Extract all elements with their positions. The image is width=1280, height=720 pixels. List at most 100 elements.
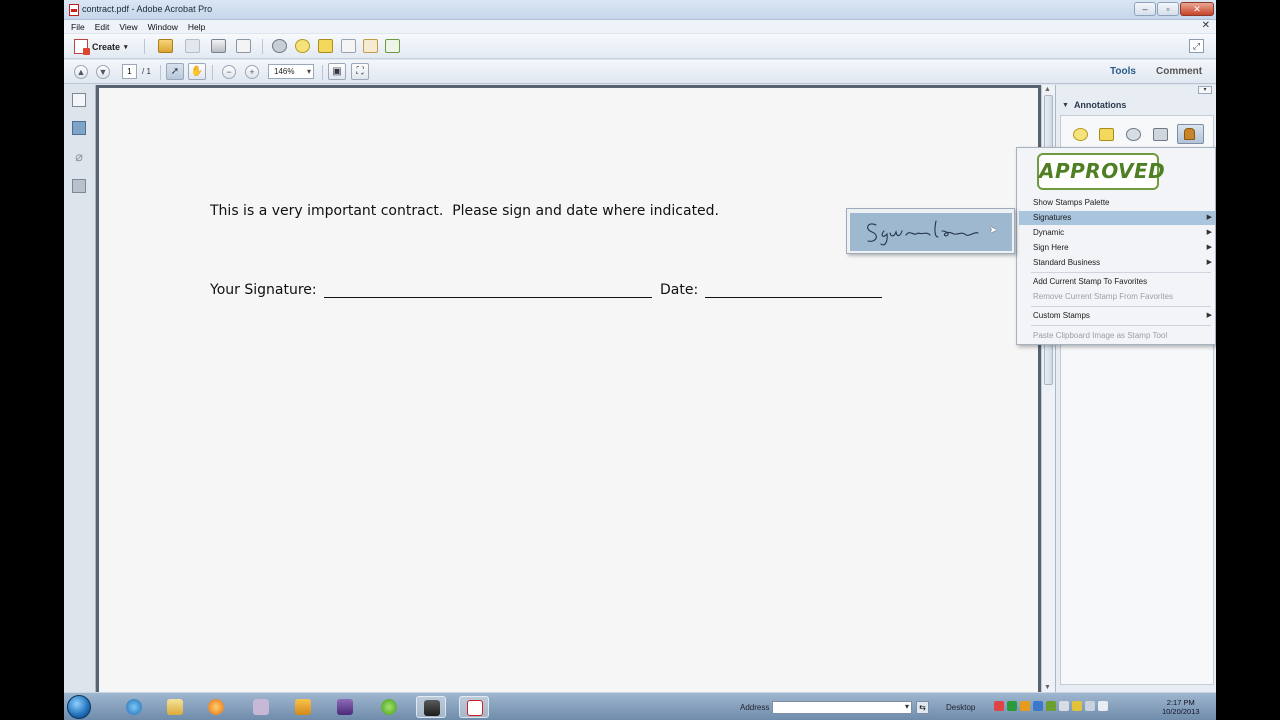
camtasia-icon: [424, 700, 440, 716]
taskbar-visual-studio[interactable]: [330, 696, 360, 718]
scroll-down-icon[interactable]: ▼: [1044, 684, 1051, 691]
taskbar-explorer[interactable]: [160, 696, 190, 718]
next-page-icon[interactable]: ▼: [96, 65, 110, 79]
save-icon[interactable]: [185, 39, 200, 53]
menu-item-standard-business[interactable]: Standard Business ▶: [1019, 256, 1215, 270]
system-clock[interactable]: 2:17 PM 10/20/2013: [1162, 698, 1200, 716]
internet-explorer-icon: [126, 699, 142, 715]
taskbar-snipping-tool[interactable]: [246, 696, 276, 718]
menu-item-sign-here[interactable]: Sign Here ▶: [1019, 241, 1215, 255]
network-icon[interactable]: [1007, 701, 1017, 711]
address-input[interactable]: [772, 701, 912, 714]
review-icon[interactable]: [385, 39, 400, 53]
menu-item-custom-stamps[interactable]: Custom Stamps ▶: [1019, 309, 1215, 323]
fit-page-icon[interactable]: ▣: [328, 63, 346, 80]
bluetooth-icon[interactable]: [1033, 701, 1043, 711]
minimize-button[interactable]: –: [1134, 2, 1156, 16]
tools-pane-link[interactable]: Tools: [1110, 66, 1136, 77]
go-icon[interactable]: ⇆: [916, 701, 929, 714]
toolbar-separator: [160, 65, 161, 80]
menu-help[interactable]: Help: [188, 22, 205, 32]
maximize-button[interactable]: ▫: [1157, 2, 1179, 16]
print-icon[interactable]: [211, 39, 226, 53]
zoom-in-icon[interactable]: +: [245, 65, 259, 79]
page-number-input[interactable]: 1: [122, 64, 137, 79]
menu-item-dynamic[interactable]: Dynamic ▶: [1019, 226, 1215, 240]
taskbar-internet-explorer[interactable]: [119, 696, 149, 718]
toolbar-separator: [212, 65, 213, 80]
close-button[interactable]: ✕: [1180, 2, 1214, 16]
pdf-page: This is a very important contract. Pleas…: [99, 88, 1038, 692]
menu-item-label: Dynamic: [1033, 228, 1065, 237]
menu-item-label: Show Stamps Palette: [1033, 198, 1110, 207]
comment-icon[interactable]: [295, 39, 310, 53]
menu-item-add-to-favorites[interactable]: Add Current Stamp To Favorites: [1019, 275, 1215, 289]
email-icon[interactable]: [236, 39, 251, 53]
bookmarks-icon[interactable]: [72, 121, 86, 135]
menu-file[interactable]: File: [71, 22, 85, 32]
menu-window[interactable]: Window: [148, 22, 178, 32]
scissors-icon: [253, 699, 269, 715]
taskbar-camtasia[interactable]: [416, 696, 446, 718]
select-tool-icon[interactable]: ➚: [166, 63, 184, 80]
attach-file-icon[interactable]: [1126, 128, 1141, 141]
scroll-up-icon[interactable]: ▲: [1044, 86, 1051, 93]
open-icon[interactable]: [158, 39, 173, 53]
signature-line[interactable]: [324, 297, 652, 298]
handwritten-signature-image: [867, 220, 979, 246]
document-close-icon[interactable]: ✕: [1202, 20, 1210, 31]
speaker-icon[interactable]: [1098, 701, 1108, 711]
menu-bar: File Edit View Window Help: [64, 20, 1216, 33]
annotations-header[interactable]: ▼ Annotations: [1062, 97, 1212, 113]
menu-item-signatures[interactable]: Signatures ▶: [1019, 211, 1215, 225]
file-icon[interactable]: [341, 39, 356, 53]
window-title: contract.pdf - Adobe Acrobat Pro: [82, 4, 213, 14]
flag-icon[interactable]: [1085, 701, 1095, 711]
sticky-note-icon[interactable]: [1073, 128, 1088, 141]
taskbar-outlook[interactable]: [288, 696, 318, 718]
taskbar-adobe-acrobat[interactable]: [459, 696, 489, 718]
expand-icon[interactable]: ⤢: [1189, 39, 1204, 53]
toolbar-separator: [322, 65, 323, 80]
create-button[interactable]: Create ▾: [74, 39, 128, 55]
power-icon[interactable]: [1072, 701, 1082, 711]
attachments-icon[interactable]: ⌀: [72, 150, 86, 164]
highlight-text-icon[interactable]: [1099, 128, 1114, 141]
approved-stamp-preview[interactable]: APPROVED: [1037, 153, 1165, 190]
menu-separator: [1031, 306, 1211, 307]
record-audio-icon[interactable]: [1153, 128, 1168, 141]
export-icon[interactable]: [363, 39, 378, 53]
previous-page-icon[interactable]: ▲: [74, 65, 88, 79]
stamp-tool-button[interactable]: [1177, 124, 1204, 144]
zoom-select[interactable]: 146%: [268, 64, 314, 79]
taskbar-media-player[interactable]: [201, 696, 231, 718]
start-button[interactable]: [67, 695, 91, 719]
signature-label: Your Signature:: [210, 282, 317, 298]
toolbar-separator: [144, 39, 145, 54]
volume-icon[interactable]: [1059, 701, 1069, 711]
main-toolbar: Create ▾ ⤢: [64, 34, 1216, 59]
stamp-menu: APPROVED Show Stamps Palette Signatures …: [1016, 147, 1216, 345]
signature-stamp-option[interactable]: [850, 213, 1012, 251]
menu-item-label: Sign Here: [1033, 243, 1069, 252]
hand-tool-icon[interactable]: ✋: [188, 63, 206, 80]
menu-item-show-stamps-palette[interactable]: Show Stamps Palette: [1019, 196, 1215, 210]
gmail-icon[interactable]: [994, 701, 1004, 711]
settings-icon[interactable]: [272, 39, 287, 53]
toolbar-separator: [262, 39, 263, 54]
panel-options-icon[interactable]: ▾: [1198, 86, 1212, 94]
menu-view[interactable]: View: [119, 22, 137, 32]
menu-edit[interactable]: Edit: [95, 22, 110, 32]
desktop-toolbar-label[interactable]: Desktop: [946, 703, 975, 712]
full-screen-icon[interactable]: ⛶: [351, 63, 369, 80]
highlight-icon[interactable]: [318, 39, 333, 53]
comment-pane-link[interactable]: Comment: [1156, 66, 1202, 77]
zoom-out-icon[interactable]: −: [222, 65, 236, 79]
contract-text: This is a very important contract. Pleas…: [210, 203, 720, 219]
page-thumbnails-icon[interactable]: [72, 93, 86, 107]
signatures-icon[interactable]: [72, 179, 86, 193]
update-icon[interactable]: [1020, 701, 1030, 711]
date-line[interactable]: [705, 297, 882, 298]
taskbar-dreamweaver[interactable]: [374, 696, 404, 718]
security-icon[interactable]: [1046, 701, 1056, 711]
